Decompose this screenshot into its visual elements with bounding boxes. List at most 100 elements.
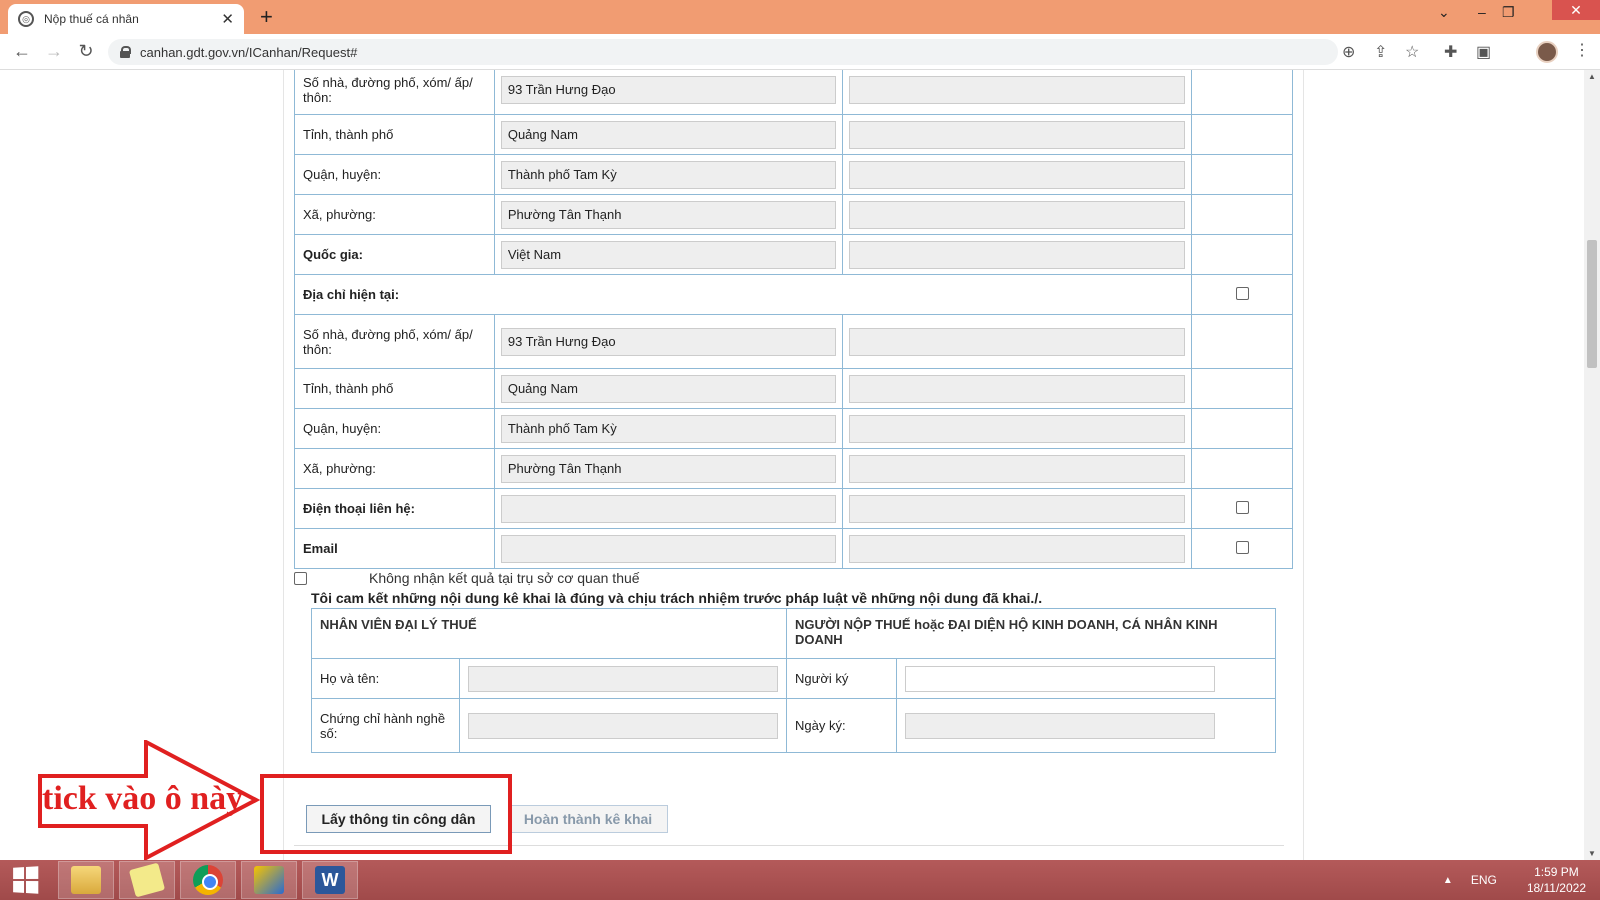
complete-declaration-button[interactable]: Hoàn thành kê khai	[508, 805, 668, 833]
table-row: Quận, huyện:	[294, 408, 1293, 449]
district-field[interactable]	[500, 160, 837, 189]
bookmark-star-icon[interactable]: ☆	[1405, 42, 1419, 62]
current-address-heading: Địa chỉ hiện tại:	[293, 274, 1193, 315]
phone-label: Điện thoại liên hệ:	[294, 488, 495, 529]
payer-header: NGƯỜI NỘP THUẾ hoặc ĐẠI DIỆN HỘ KINH DOA…	[786, 608, 1276, 659]
current-street-field-secondary[interactable]	[849, 327, 1186, 356]
current-street-field[interactable]	[500, 327, 837, 356]
paint-icon	[254, 866, 284, 894]
vertical-scrollbar[interactable]: ▲ ▼	[1584, 70, 1600, 860]
table-row: Chứng chỉ hành nghề số: Ngày ký:	[311, 698, 1276, 753]
district-field-secondary[interactable]	[849, 160, 1186, 189]
taskbar-chrome[interactable]	[180, 861, 236, 899]
tray-chevron-icon[interactable]: ▲	[1443, 875, 1453, 886]
system-tray: ▲ ENG 1:59 PM 18/11/2022	[1443, 860, 1586, 900]
table-row: Họ và tên: Người ký	[311, 658, 1276, 699]
current-district-field[interactable]	[500, 414, 837, 443]
word-icon: W	[315, 866, 345, 894]
row-label: Tỉnh, thành phố	[294, 368, 495, 409]
email-field[interactable]	[500, 534, 837, 563]
forward-arrow-icon[interactable]: →	[38, 41, 70, 62]
phone-field[interactable]	[500, 494, 837, 523]
sign-date-field[interactable]	[905, 712, 1215, 739]
no-delivery-label: Không nhận kết quả tại trụ sở cơ quan th…	[369, 570, 640, 586]
taskbar: W ▲ ENG 1:59 PM 18/11/2022	[0, 860, 1600, 900]
tab-search-chevron-icon[interactable]: ⌄	[1438, 4, 1450, 21]
zoom-icon[interactable]: ⊕	[1342, 42, 1355, 62]
taskbar-paint[interactable]	[241, 861, 297, 899]
row-label: Xã, phường:	[294, 448, 495, 489]
share-icon[interactable]: ⇪	[1374, 42, 1387, 62]
annotation-text: tick vào ô này	[42, 780, 244, 817]
table-row: Quốc gia:	[294, 234, 1293, 275]
taskbar-word[interactable]: W	[302, 861, 358, 899]
taskbar-explorer[interactable]	[58, 861, 114, 899]
street-field[interactable]	[500, 75, 837, 104]
reload-icon[interactable]: ↻	[70, 41, 102, 62]
current-ward-field[interactable]	[500, 454, 837, 483]
ward-field[interactable]	[500, 200, 837, 229]
table-row: Số nhà, đường phố, xóm/ ấp/ thôn:	[294, 70, 1293, 115]
profile-avatar[interactable]	[1536, 41, 1558, 63]
minimize-icon[interactable]: –	[1478, 4, 1486, 20]
address-bar[interactable]: canhan.gdt.gov.vn/ICanhan/Request#	[108, 39, 1338, 65]
agent-name-field[interactable]	[468, 665, 778, 692]
back-arrow-icon[interactable]: ←	[6, 41, 38, 62]
restore-icon[interactable]: ❐	[1502, 4, 1515, 21]
language-indicator[interactable]: ENG	[1471, 873, 1497, 887]
window-close-icon[interactable]: ✕	[1552, 0, 1600, 20]
table-row: Số nhà, đường phố, xóm/ ấp/ thôn:	[294, 314, 1293, 369]
globe-icon: ◎	[18, 11, 34, 27]
annotation-highlight-box	[260, 774, 512, 854]
phone-field-secondary[interactable]	[849, 494, 1186, 523]
table-row: Tỉnh, thành phố	[294, 114, 1293, 155]
chrome-icon	[193, 865, 223, 895]
address-table: Số nhà, đường phố, xóm/ ấp/ thôn: Tỉnh, …	[293, 70, 1293, 569]
lock-icon[interactable]	[120, 46, 131, 58]
scroll-down-icon[interactable]: ▼	[1588, 849, 1596, 858]
table-row: Điện thoại liên hệ:	[294, 488, 1293, 529]
no-delivery-checkbox[interactable]	[294, 571, 307, 585]
url-text[interactable]: canhan.gdt.gov.vn/ICanhan/Request#	[140, 45, 357, 60]
row-label: Quận, huyện:	[294, 408, 495, 449]
current-district-field-secondary[interactable]	[849, 414, 1186, 443]
phone-checkbox[interactable]	[1235, 500, 1249, 514]
current-province-field-secondary[interactable]	[849, 374, 1186, 403]
country-field[interactable]	[500, 240, 837, 269]
clock[interactable]: 1:59 PM 18/11/2022	[1527, 864, 1586, 896]
windows-logo-icon	[13, 866, 39, 894]
province-field-secondary[interactable]	[849, 120, 1186, 149]
email-label: Email	[294, 528, 495, 569]
cert-number-field[interactable]	[468, 712, 778, 739]
taskbar-sticky-notes[interactable]	[119, 861, 175, 899]
new-tab-icon[interactable]: +	[260, 4, 273, 30]
clock-time: 1:59 PM	[1534, 865, 1579, 879]
scroll-up-icon[interactable]: ▲	[1588, 72, 1596, 81]
email-field-secondary[interactable]	[849, 534, 1186, 563]
agent-header: NHÂN VIÊN ĐẠI LÝ THUẾ	[311, 608, 787, 659]
cert-label: Chứng chỉ hành nghề số:	[311, 698, 460, 753]
row-label: Quốc gia:	[294, 234, 495, 275]
browser-tab[interactable]: ◎ Nộp thuế cá nhân ✕	[8, 4, 244, 34]
close-tab-icon[interactable]: ✕	[221, 10, 234, 28]
country-field-secondary[interactable]	[849, 240, 1186, 269]
menu-dots-icon[interactable]: ⋮	[1574, 40, 1590, 60]
extensions-puzzle-icon[interactable]: ✚	[1444, 42, 1457, 62]
current-province-field[interactable]	[500, 374, 837, 403]
street-field-secondary[interactable]	[849, 75, 1186, 104]
row-label: Quận, huyện:	[294, 154, 495, 195]
current-ward-field-secondary[interactable]	[849, 454, 1186, 483]
table-row: NHÂN VIÊN ĐẠI LÝ THUẾ NGƯỜI NỘP THUẾ hoặ…	[311, 608, 1276, 659]
email-checkbox[interactable]	[1235, 540, 1249, 554]
no-delivery-option: Không nhận kết quả tại trụ sở cơ quan th…	[294, 570, 640, 586]
start-button[interactable]	[0, 860, 50, 900]
side-panel-icon[interactable]: ▣	[1476, 42, 1491, 62]
scroll-thumb[interactable]	[1587, 240, 1597, 368]
ward-field-secondary[interactable]	[849, 200, 1186, 229]
row-label: Tỉnh, thành phố	[294, 114, 495, 155]
browser-toolbar: ← → ↻ canhan.gdt.gov.vn/ICanhan/Request#	[0, 34, 1600, 70]
signer-field[interactable]	[905, 665, 1215, 692]
signer-label: Người ký	[786, 658, 897, 699]
province-field[interactable]	[500, 120, 837, 149]
current-address-checkbox[interactable]	[1235, 286, 1249, 300]
